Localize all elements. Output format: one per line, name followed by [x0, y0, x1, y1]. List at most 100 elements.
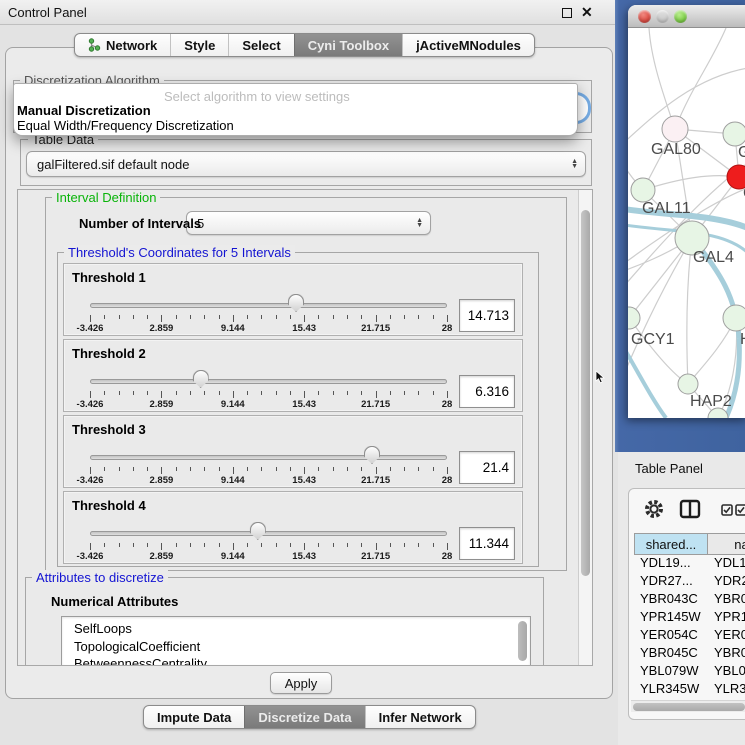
network-node-hap2[interactable] [678, 374, 698, 394]
node-label: GAL80 [651, 141, 701, 158]
tick-mark [347, 467, 348, 471]
tick-mark [219, 315, 220, 319]
threshold-value-field[interactable]: 14.713 [459, 299, 515, 332]
tab-infer-network[interactable]: Infer Network [365, 706, 475, 728]
network-node-gal11[interactable] [631, 178, 655, 202]
network-node-h[interactable] [723, 305, 745, 331]
zoom-traffic-light-icon[interactable] [674, 10, 687, 23]
network-canvas[interactable]: GAL80GCGAL11GAL4GCY1HHAP2 [628, 28, 745, 418]
tab-network[interactable]: Network [75, 34, 170, 56]
table-data-selected: galFiltered.sif default node [37, 157, 189, 172]
network-edge[interactable] [628, 338, 666, 418]
node-label: GAL4 [693, 249, 734, 266]
tick-mark [304, 391, 305, 398]
close-icon[interactable]: ✕ [581, 4, 593, 21]
tab-impute-data[interactable]: Impute Data [144, 706, 244, 728]
tick-mark [361, 543, 362, 547]
horizontal-scrollbar-thumb[interactable] [633, 703, 745, 711]
apply-button[interactable]: Apply [270, 672, 332, 694]
network-view-window[interactable]: GAL80GCGAL11GAL4GCY1HHAP2 [628, 5, 745, 418]
list-item[interactable]: SelfLoops [62, 617, 530, 638]
tick-mark [376, 467, 377, 474]
num-intervals-combobox[interactable]: 5 ▲▼ [186, 211, 431, 235]
table-panel: Table Panel shared...nameYDL19...YDL19..… [618, 452, 745, 745]
threshold-value-field[interactable]: 21.4 [459, 451, 515, 484]
list-scrollbar-thumb[interactable] [518, 621, 527, 661]
dropdown-option-equal-width[interactable]: Equal Width/Frequency Discretization [17, 118, 234, 133]
list-item[interactable]: TopologicalCoefficient [62, 638, 530, 656]
columns-icon[interactable] [679, 499, 701, 519]
network-node-g[interactable] [723, 122, 745, 146]
table-row[interactable]: YBR045CYBR045C [634, 645, 745, 663]
vertical-scrollbar[interactable] [578, 190, 592, 665]
slider-track[interactable] [90, 455, 447, 460]
network-edge[interactable] [675, 28, 726, 129]
slider-handle[interactable] [288, 294, 304, 312]
vertical-scrollbar-thumb[interactable] [581, 210, 590, 576]
network-edge[interactable] [643, 176, 739, 190]
tick-mark [190, 391, 191, 395]
tab-style[interactable]: Style [170, 34, 228, 56]
column-header-name[interactable]: name [708, 533, 745, 555]
table-row[interactable]: YPR145WYPR145W [634, 609, 745, 627]
tick-mark [304, 467, 305, 474]
network-node-gcy1[interactable] [628, 307, 640, 329]
node-label: HAP2 [690, 393, 732, 410]
tick-mark [161, 543, 162, 550]
settings-scrollpane: Interval Definition Number of Intervals … [17, 189, 593, 666]
slider-handle[interactable] [364, 446, 380, 464]
tab-discretize-data[interactable]: Discretize Data [244, 706, 364, 728]
tick-mark [361, 391, 362, 395]
tab-cyni-toolbox[interactable]: Cyni Toolbox [294, 34, 402, 56]
close-traffic-light-icon[interactable] [638, 10, 651, 23]
list-item[interactable]: BetweennessCentrality [62, 655, 530, 666]
tick-mark [176, 543, 177, 547]
tick-mark [290, 467, 291, 471]
tick-mark [376, 315, 377, 322]
table-data-combobox[interactable]: galFiltered.sif default node ▲▼ [26, 151, 586, 177]
table-row[interactable]: YER054CYER054C [634, 627, 745, 645]
table-row[interactable]: YLR345WYLR345W [634, 681, 745, 699]
checkbox-icon[interactable] [735, 504, 745, 516]
tick-mark [90, 315, 91, 322]
cytoscape-desktop: GAL80GCGAL11GAL4GCY1HHAP2 [615, 0, 745, 452]
table-row[interactable]: YDR27...YDR27... [634, 573, 745, 591]
slider-handle[interactable] [250, 522, 266, 540]
tab-select[interactable]: Select [228, 34, 293, 56]
num-intervals-label: Number of Intervals [75, 216, 205, 231]
float-window-icon[interactable] [562, 8, 572, 18]
numerical-attributes-list[interactable]: SelfLoopsTopologicalCoefficientBetweenne… [61, 616, 531, 666]
horizontal-scrollbar[interactable] [631, 700, 745, 712]
network-edge[interactable] [687, 238, 692, 384]
node-label: GCY1 [631, 331, 675, 348]
network-node-gal80[interactable] [662, 116, 688, 142]
slider-handle[interactable] [193, 370, 209, 388]
tick-mark [147, 315, 148, 319]
tab-jactivemnodules[interactable]: jActiveMNodules [402, 34, 534, 56]
tick-mark [390, 315, 391, 319]
checkbox-icon[interactable] [721, 504, 733, 516]
tick-mark [447, 391, 448, 398]
table-cell: YBL079W [634, 663, 708, 681]
tick-mark [361, 467, 362, 471]
threshold-panel: Threshold 2-3.4262.8599.14415.4321.71528… [63, 339, 523, 412]
slider-track[interactable] [90, 531, 447, 536]
column-header-shared[interactable]: shared... [634, 533, 708, 555]
slider-track[interactable] [90, 303, 447, 308]
minimize-traffic-light-icon[interactable] [656, 10, 669, 23]
tick-label: 15.43 [292, 551, 316, 562]
tick-mark [104, 315, 105, 319]
dropdown-option-manual[interactable]: Manual Discretization [17, 103, 151, 118]
node-table[interactable]: shared...nameYDL19...YDL19...YDR27...YDR… [634, 533, 745, 717]
table-row[interactable]: YBR043CYBR043C [634, 591, 745, 609]
tick-label: -3.426 [77, 323, 104, 334]
network-window-titlebar[interactable] [628, 5, 745, 28]
threshold-value-field[interactable]: 6.316 [459, 375, 515, 408]
table-row[interactable]: YDL19...YDL19... [634, 555, 745, 573]
slider-track[interactable] [90, 379, 447, 384]
network-edge[interactable] [649, 28, 675, 129]
gear-icon[interactable] [643, 498, 665, 520]
threshold-value-field[interactable]: 11.344 [459, 527, 515, 560]
tick-mark [418, 315, 419, 319]
table-row[interactable]: YBL079WYBL079W [634, 663, 745, 681]
